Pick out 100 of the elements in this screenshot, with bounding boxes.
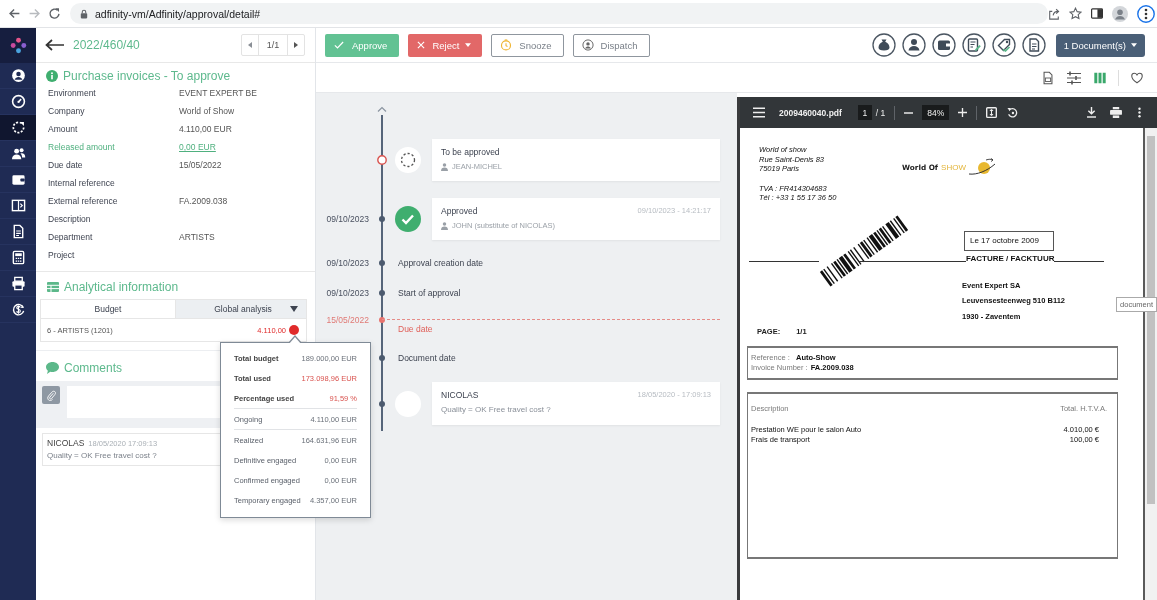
field-value: 15/05/2022 bbox=[179, 160, 222, 170]
timeline-date: 15/05/2022 bbox=[325, 314, 369, 327]
zoom-field[interactable]: 84% bbox=[922, 105, 950, 120]
reload-icon[interactable] bbox=[48, 7, 61, 20]
menu-icon[interactable] bbox=[753, 107, 765, 118]
timeline-dot-icon bbox=[379, 400, 385, 407]
user-circle-icon bbox=[10, 68, 26, 83]
field-label: Environment bbox=[48, 88, 97, 98]
back-icon[interactable] bbox=[8, 7, 21, 20]
file-name: 2009460040.pdf bbox=[779, 107, 842, 118]
timeline-dot-icon bbox=[379, 355, 385, 361]
sliders-icon[interactable] bbox=[1066, 69, 1082, 86]
card-title: To be approved bbox=[441, 146, 500, 158]
field-value: World of Show bbox=[179, 106, 235, 116]
timeline-dot-icon bbox=[379, 317, 385, 323]
columns-icon[interactable] bbox=[1093, 70, 1107, 85]
field-value: ARTISTS bbox=[179, 232, 215, 242]
nav-item[interactable] bbox=[0, 115, 36, 141]
calculator-icon bbox=[10, 250, 26, 265]
avatar-icon[interactable] bbox=[1112, 5, 1128, 22]
user-icon bbox=[441, 221, 448, 230]
invoice-date: Le 17 octobre 2009 bbox=[964, 230, 1054, 251]
dashed-circle-icon bbox=[395, 147, 421, 173]
user-icon bbox=[441, 162, 448, 171]
info-icon bbox=[46, 69, 58, 82]
document-icon[interactable] bbox=[1021, 33, 1046, 57]
section-title: Analytical information bbox=[64, 279, 179, 294]
field-value: FA.2009.038 bbox=[179, 196, 228, 206]
timeline-dot-icon bbox=[379, 216, 385, 222]
comment-author: NICOLAS bbox=[47, 438, 85, 448]
users-icon bbox=[10, 146, 26, 161]
field-label: Internal reference bbox=[48, 178, 116, 188]
timeline-dot-icon bbox=[379, 260, 385, 266]
print-icon[interactable] bbox=[1110, 107, 1122, 118]
printer-icon bbox=[10, 276, 26, 291]
refresh-icon bbox=[10, 120, 26, 135]
money-bag-icon[interactable] bbox=[871, 33, 896, 57]
gauge-icon bbox=[10, 94, 26, 109]
more-icon[interactable] bbox=[1137, 4, 1155, 23]
timeline-date: 09/10/2023 bbox=[325, 258, 369, 268]
edit-form-icon[interactable] bbox=[961, 33, 986, 57]
tag-icon[interactable] bbox=[991, 33, 1016, 57]
caret-left-icon bbox=[248, 42, 252, 48]
comment-text: Quality = OK Free travel cost ? bbox=[47, 451, 157, 460]
timeline-event: Document date bbox=[397, 353, 457, 363]
timeline-event: Start of approval bbox=[397, 288, 462, 298]
check-icon bbox=[333, 39, 345, 51]
paperclip-icon bbox=[46, 389, 56, 401]
dispatch-button[interactable]: Dispatch bbox=[572, 33, 650, 57]
page-total: / 1 bbox=[875, 107, 886, 118]
page-field[interactable]: 1 bbox=[857, 105, 872, 120]
field-value: EVENT EXPERT BE bbox=[179, 88, 257, 98]
timeline-date: 09/10/2023 bbox=[325, 288, 369, 298]
check-circle-icon bbox=[395, 206, 421, 232]
documents-dropdown[interactable]: 1 Document(s) bbox=[1055, 33, 1145, 57]
ring-icon bbox=[377, 155, 387, 165]
timeline-event: Due date bbox=[397, 323, 433, 335]
heart-icon[interactable] bbox=[1130, 70, 1144, 85]
star-icon[interactable] bbox=[1069, 7, 1082, 20]
field-label: Department bbox=[48, 232, 94, 242]
fit-page-icon[interactable] bbox=[986, 107, 998, 118]
chat-bubble-icon bbox=[46, 361, 59, 374]
download-icon[interactable] bbox=[1087, 107, 1096, 118]
analysis-dropdown[interactable]: Global analysis bbox=[176, 300, 306, 318]
plus-icon[interactable] bbox=[958, 108, 968, 117]
logo-text: SHOW bbox=[941, 162, 966, 172]
wallet-icon[interactable] bbox=[931, 33, 956, 57]
logo-icon[interactable] bbox=[9, 37, 27, 54]
record-number: 2022/460/40 bbox=[73, 38, 140, 52]
caret-down-icon bbox=[465, 43, 472, 47]
card-title: NICOLAS bbox=[441, 389, 479, 401]
clock-icon bbox=[500, 39, 513, 51]
share-icon[interactable] bbox=[1048, 7, 1060, 20]
sidebar-icon[interactable] bbox=[1091, 8, 1103, 19]
field-label: External reference bbox=[48, 196, 119, 206]
caret-right-icon bbox=[294, 42, 298, 48]
invoice-title: FACTURE / FACKTUUR bbox=[966, 253, 1055, 264]
caret-down-icon bbox=[290, 306, 298, 312]
more-icon[interactable] bbox=[1138, 107, 1141, 118]
close-icon bbox=[416, 40, 427, 50]
page-indicator: 1/1 bbox=[258, 35, 288, 55]
back-arrow-icon[interactable] bbox=[45, 39, 65, 51]
book-icon bbox=[10, 198, 26, 213]
lock-icon bbox=[80, 8, 88, 19]
user-circle-icon bbox=[581, 39, 594, 51]
dollar-icon bbox=[10, 302, 26, 317]
address-bar[interactable]: adfinity-vm/Adfinity/approval/detail# bbox=[70, 3, 1048, 24]
file-icon[interactable] bbox=[1041, 70, 1055, 85]
snooze-button[interactable]: Snooze bbox=[491, 33, 564, 57]
column-header: Global analysis bbox=[213, 304, 273, 314]
section-title: Purchase invoices - To approve bbox=[63, 68, 231, 83]
rotate-icon[interactable] bbox=[1007, 107, 1019, 118]
table-icon bbox=[47, 281, 59, 292]
timeline-dot-icon bbox=[379, 290, 385, 296]
user-icon[interactable] bbox=[901, 33, 926, 57]
timeline-date: 09/10/2023 bbox=[325, 214, 369, 224]
field-label: Company bbox=[48, 106, 86, 116]
minus-icon[interactable] bbox=[904, 111, 914, 114]
field-label: Project bbox=[48, 250, 76, 260]
field-label: Due date bbox=[48, 160, 84, 170]
